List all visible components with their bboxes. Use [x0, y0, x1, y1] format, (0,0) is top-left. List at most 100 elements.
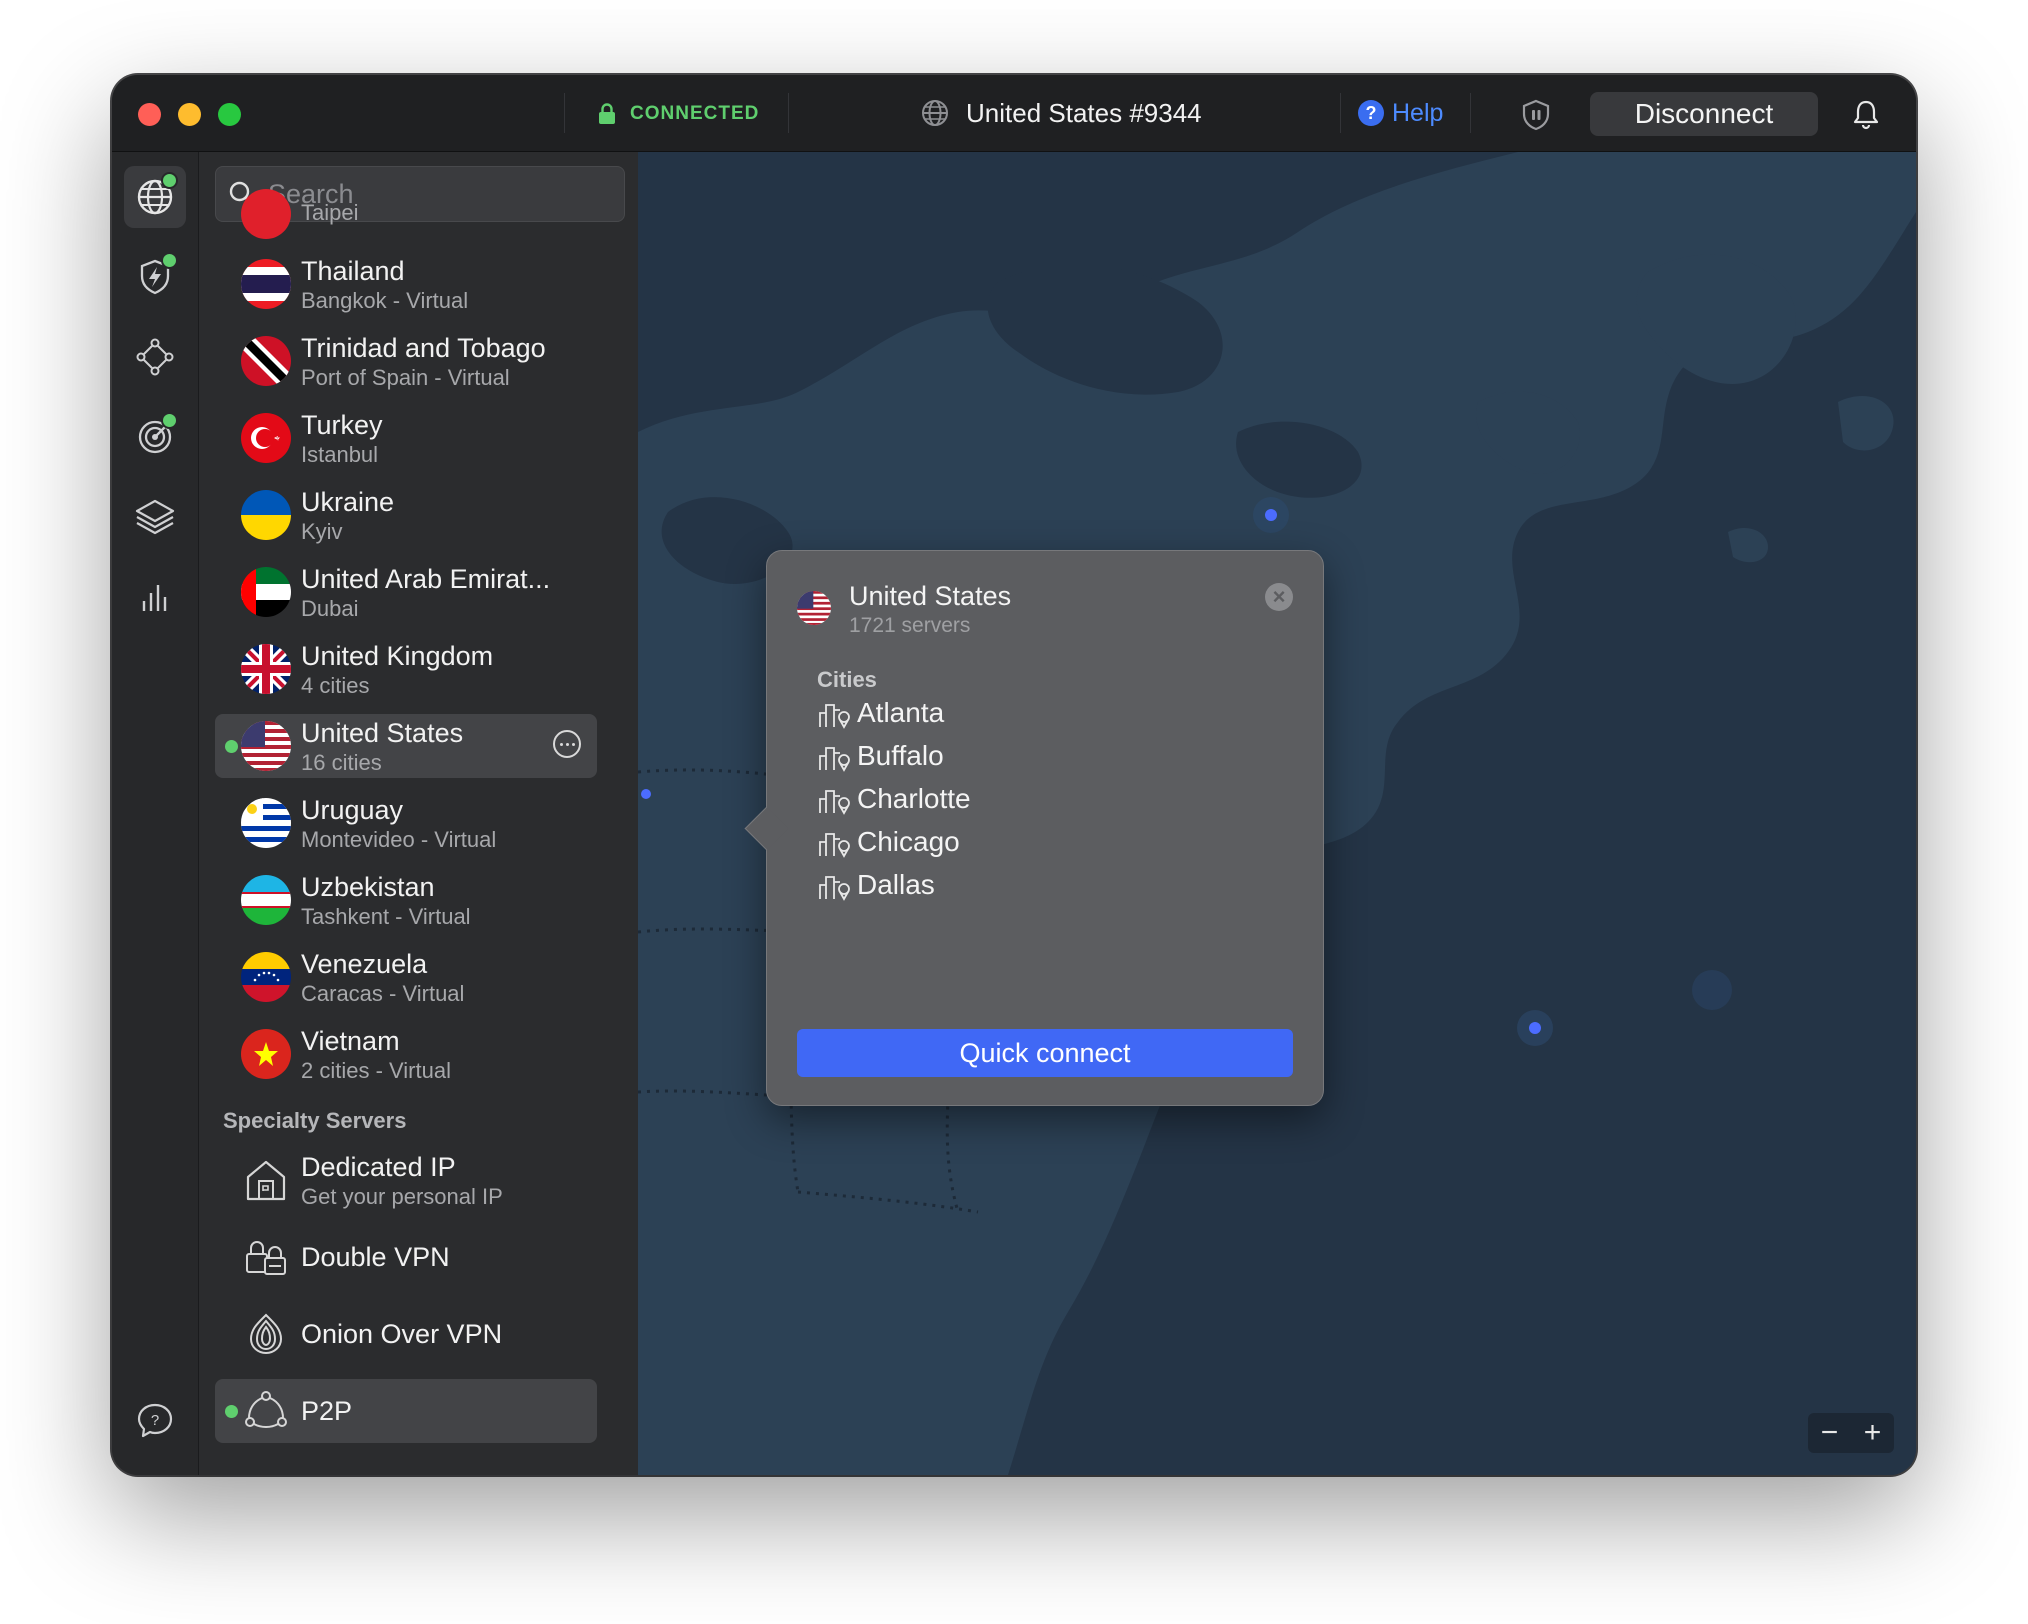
status-text: CONNECTED	[630, 103, 760, 124]
list-item-venezuela[interactable]: Venezuela Caracas - Virtual	[215, 945, 597, 1009]
quick-connect-button[interactable]: Quick connect	[797, 1029, 1293, 1077]
list-item-uzbekistan[interactable]: Uzbekistan Tashkent - Virtual	[215, 868, 597, 932]
country-name: United Kingdom	[301, 641, 494, 671]
help-label: Help	[1392, 98, 1444, 127]
country-list-panel: Taipei Thailand Bangkok - Virtual	[199, 152, 637, 1475]
country-detail: Montevideo - Virtual	[301, 827, 497, 852]
country-popover: United States 1721 servers × Cities Atla…	[766, 550, 1324, 1106]
city-name: Chicago	[857, 826, 960, 857]
uae-flag-icon	[241, 567, 291, 617]
threat-protection-button[interactable]	[124, 246, 186, 308]
list-item-united-states[interactable]: United States 16 cities	[215, 714, 597, 778]
city-item-buffalo[interactable]: Buffalo	[817, 734, 944, 778]
list-item-united-kingdom[interactable]: United Kingdom 4 cities	[215, 637, 597, 701]
city-item-atlanta[interactable]: Atlanta	[817, 691, 944, 735]
connected-dot	[225, 1405, 238, 1418]
countries-globe-button[interactable]	[124, 166, 186, 228]
vietnam-flag-icon	[241, 1029, 291, 1079]
country-name: Vietnam	[301, 1026, 400, 1056]
us-flag-icon	[241, 721, 291, 771]
specialty-name: Double VPN	[301, 1242, 450, 1272]
list-item-onion-over-vpn[interactable]: Onion Over VPN	[215, 1302, 597, 1366]
close-icon[interactable]: ×	[1265, 583, 1293, 611]
city-name: Charlotte	[857, 783, 971, 814]
statistics-button[interactable]	[124, 566, 186, 628]
list-item-trinidad-and-tobago[interactable]: Trinidad and Tobago Port of Spain - Virt…	[215, 329, 597, 393]
ukraine-flag-icon	[241, 490, 291, 540]
layers-icon	[135, 499, 175, 535]
list-item-vietnam[interactable]: Vietnam 2 cities - Virtual	[215, 1022, 597, 1086]
city-name: Buffalo	[857, 740, 944, 771]
uruguay-flag-icon	[241, 798, 291, 848]
more-options-icon[interactable]	[553, 730, 581, 758]
list-fade	[797, 993, 1293, 1033]
divider	[788, 93, 789, 133]
list-item-p2p[interactable]: P2P	[215, 1379, 597, 1443]
onion-icon	[249, 1313, 283, 1355]
city-item-charlotte[interactable]: Charlotte	[817, 777, 971, 821]
status-dot	[161, 252, 178, 269]
status-dot	[161, 412, 178, 429]
uzbekistan-flag-icon	[241, 875, 291, 925]
support-button[interactable]: ?	[124, 1390, 186, 1452]
double-lock-icon	[246, 1241, 286, 1275]
city-name: Dallas	[857, 869, 935, 900]
title-bar: CONNECTED United States #9344 ? Help Dis…	[112, 75, 1916, 152]
disconnect-button[interactable]: Disconnect	[1590, 92, 1818, 136]
zoom-in-button[interactable]: +	[1864, 1416, 1882, 1450]
zoom-out-button[interactable]: −	[1821, 1416, 1839, 1450]
list-item-turkey[interactable]: Turkey Istanbul	[215, 406, 597, 470]
list-item-ukraine[interactable]: Ukraine Kyiv	[215, 483, 597, 547]
country-name: United Arab Emirat...	[301, 564, 551, 594]
country-detail: 4 cities	[301, 673, 370, 698]
list-item-united-arab-emirates[interactable]: United Arab Emirat... Dubai	[215, 560, 597, 624]
minimize-window-button[interactable]	[178, 103, 201, 126]
help-icon: ?	[1358, 100, 1384, 126]
taiwan-flag-icon	[241, 189, 291, 239]
threat-protection-icon[interactable]	[1518, 97, 1554, 133]
thailand-flag-icon	[241, 259, 291, 309]
country-detail: Istanbul	[301, 442, 379, 467]
divider	[564, 93, 565, 133]
country-name: Venezuela	[301, 949, 428, 979]
house-icon	[246, 1160, 286, 1201]
country-detail: Caracas - Virtual	[301, 981, 465, 1006]
lock-icon	[599, 103, 615, 124]
svg-text:?: ?	[151, 1412, 159, 1429]
close-window-button[interactable]	[138, 103, 161, 126]
country-name: Thailand	[301, 256, 405, 286]
meshnet-button[interactable]	[124, 326, 186, 388]
help-link[interactable]: ? Help	[1358, 95, 1443, 131]
specialty-name: Dedicated IP	[301, 1152, 456, 1182]
list-item-uruguay[interactable]: Uruguay Montevideo - Virtual	[215, 791, 597, 855]
navigation-rail: ?	[112, 152, 199, 1475]
zoom-window-button[interactable]	[218, 103, 241, 126]
country-name: Ukraine	[301, 487, 395, 517]
list-item-dedicated-ip[interactable]: Dedicated IP Get your personal IP	[215, 1148, 597, 1212]
connected-dot	[225, 740, 238, 753]
server-name: United States #9344	[966, 97, 1202, 128]
apps-layers-button[interactable]	[124, 486, 186, 548]
city-buildings-icon	[819, 747, 850, 772]
city-item-dallas[interactable]: Dallas	[817, 863, 935, 907]
city-item-chicago[interactable]: Chicago	[817, 820, 960, 864]
city-buildings-icon	[819, 790, 850, 815]
country-detail: Tashkent - Virtual	[301, 904, 471, 929]
globe-icon	[922, 100, 948, 126]
list-item-thailand[interactable]: Thailand Bangkok - Virtual	[215, 252, 597, 316]
specialty-name: Onion Over VPN	[301, 1319, 503, 1349]
country-name: Turkey	[301, 410, 383, 440]
specialty-detail: Get your personal IP	[301, 1184, 503, 1209]
list-item-taipei[interactable]: Taipei	[215, 182, 597, 246]
country-name: Uruguay	[301, 795, 404, 825]
dark-web-monitor-button[interactable]	[124, 406, 186, 468]
settings-button[interactable]	[124, 1470, 186, 1475]
city-name: Atlanta	[857, 697, 945, 728]
popover-title: United States	[849, 581, 1012, 611]
list-item-double-vpn[interactable]: Double VPN	[215, 1225, 597, 1289]
bar-stats-icon	[142, 585, 167, 611]
country-name: Uzbekistan	[301, 872, 435, 902]
popover-server-count: 1721 servers	[849, 614, 971, 637]
specialty-servers-heading: Specialty Servers	[223, 1108, 407, 1133]
notifications-bell-icon[interactable]	[1850, 97, 1882, 131]
